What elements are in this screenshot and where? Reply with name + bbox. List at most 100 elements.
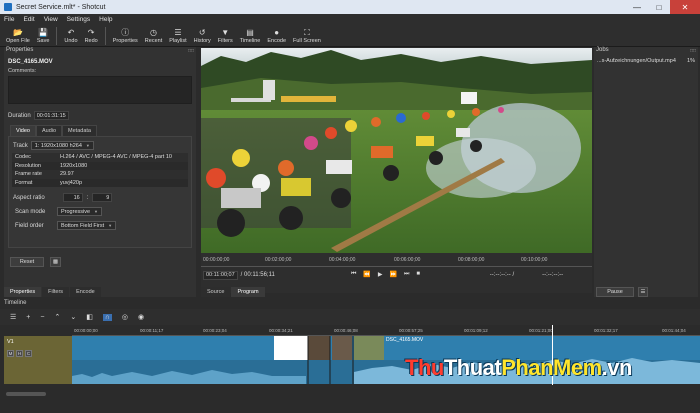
redo-button[interactable]: ↷ Redo <box>85 25 98 47</box>
menu-icon[interactable]: ☰ <box>10 313 16 321</box>
track-label: Track <box>13 142 28 149</box>
dock-float-icon[interactable]: □□ <box>188 48 194 54</box>
tab-metadata[interactable]: Metadata <box>62 125 97 136</box>
properties-table: Codec H.264 / AVC / MPEG-4 AVC / MPEG-4 p… <box>12 153 188 187</box>
jobs-title: Jobs <box>596 47 609 53</box>
duration-field[interactable]: 00:01:31:15 <box>33 111 69 120</box>
aspect-height-field[interactable]: 9 <box>92 193 113 202</box>
track-header-v1[interactable]: V1 M H C <box>4 336 72 384</box>
lift-icon[interactable]: ⌃ <box>54 313 60 321</box>
toolbar-separator <box>56 27 58 45</box>
add-icon[interactable]: + <box>26 314 30 321</box>
menu-help[interactable]: Help <box>99 16 112 23</box>
reset-button[interactable]: Reset <box>10 257 44 267</box>
menu-bar: File Edit View Settings Help <box>0 14 700 25</box>
main-toolbar: 📂 Open File 💾 Save ↶ Undo ↷ Redo ⓘ Properties… <box>0 25 700 47</box>
maximize-button[interactable]: □ <box>648 0 670 14</box>
history-icon: ↺ <box>198 27 206 37</box>
chevron-down-icon: ▼ <box>85 143 90 148</box>
filters-button[interactable]: ▼ Filters <box>218 25 233 47</box>
transport-bar: ⏮ ⏪ ▶ ⏩ ⏭ ■ <box>351 271 420 278</box>
aspect-width-field[interactable]: 16 <box>62 193 83 202</box>
field-order-select[interactable]: Bottom Field First ▼ <box>57 221 117 230</box>
playlist-button[interactable]: ☰ Playlist <box>169 25 186 47</box>
undo-button[interactable]: ↶ Undo <box>64 25 77 47</box>
split-icon[interactable]: ◧ <box>86 313 93 321</box>
aspect-separator: : <box>86 194 89 201</box>
current-timecode-field[interactable]: 00:11:00;07 <box>203 270 238 280</box>
skip-previous-icon[interactable]: ⏮ <box>351 271 356 278</box>
track-select[interactable]: 1: 1920x1080 h264 ▼ <box>30 141 94 150</box>
player-tabs: Source Program <box>201 287 265 297</box>
video-preview[interactable] <box>201 48 592 253</box>
window-title: Secret Service.mlt* - Shotcut <box>16 3 106 11</box>
recent-button[interactable]: ◷ Recent <box>145 25 162 47</box>
play-icon[interactable]: ▶ <box>378 271 383 278</box>
list-item[interactable]: ...s-Aufzeichnungen/Output.mp4 1% <box>594 55 698 64</box>
menu-file[interactable]: File <box>4 16 14 23</box>
title-bar: Secret Service.mlt* - Shotcut — □ ✕ <box>0 0 700 14</box>
skip-next-icon[interactable]: ⏭ <box>404 271 409 278</box>
dock-float-icon[interactable]: □□ <box>690 48 696 54</box>
menu-settings[interactable]: Settings <box>67 16 91 23</box>
tab-program[interactable]: Program <box>231 287 265 297</box>
tab-video[interactable]: Video <box>10 125 36 136</box>
scan-mode-select[interactable]: Progressive ▼ <box>57 207 103 216</box>
composite-button[interactable]: C <box>25 350 32 357</box>
playlist-icon: ☰ <box>174 27 182 37</box>
video-frame-image <box>201 48 592 253</box>
chevron-down-icon: ▼ <box>94 209 99 214</box>
comments-label: Comments: <box>8 68 37 74</box>
timeline-toolbar: ☰ + − ⌃ ⌄ ◧ ∩ ◎ ◉ <box>0 309 700 325</box>
clip-label: DSC_4165.MOV <box>386 337 424 343</box>
table-row: Resolution 1920x1080 <box>12 161 188 170</box>
properties-icon: ⓘ <box>121 27 130 37</box>
remove-icon[interactable]: − <box>40 314 44 321</box>
history-button[interactable]: ↺ History <box>194 25 211 47</box>
hide-button[interactable]: H <box>16 350 23 357</box>
fast-forward-icon[interactable]: ⏩ <box>390 271 397 278</box>
properties-panel: Properties □□ DSC_4165.MOV Comments: Dur… <box>4 47 196 297</box>
delete-button[interactable]: ▩ <box>50 257 61 267</box>
open-file-button[interactable]: 📂 Open File <box>6 25 30 47</box>
stop-icon[interactable]: ■ <box>416 271 420 278</box>
tab-filters[interactable]: Filters <box>42 287 70 297</box>
jobs-panel: Jobs □□ ...s-Aufzeichnungen/Output.mp4 1… <box>594 47 698 297</box>
comments-field[interactable] <box>8 76 192 104</box>
scrub-icon[interactable]: ◎ <box>122 313 128 321</box>
ripple-icon[interactable]: ◉ <box>138 313 144 321</box>
properties-button[interactable]: ⓘ Properties <box>113 25 138 47</box>
pause-button[interactable]: Pause <box>596 287 634 297</box>
close-button[interactable]: ✕ <box>670 0 700 14</box>
menu-view[interactable]: View <box>44 16 58 23</box>
timeline-scrollbar[interactable] <box>4 391 696 397</box>
tab-properties[interactable]: Properties <box>4 287 42 297</box>
save-button[interactable]: 💾 Save <box>37 25 50 47</box>
recent-icon: ◷ <box>150 27 157 37</box>
encode-button[interactable]: ● Encode <box>267 25 286 47</box>
mute-button[interactable]: M <box>7 350 14 357</box>
snap-icon[interactable]: ∩ <box>102 313 112 321</box>
total-duration: / 00:11:56;11 <box>240 272 275 278</box>
menu-edit[interactable]: Edit <box>23 16 34 23</box>
rewind-icon[interactable]: ⏪ <box>363 271 370 278</box>
tab-audio[interactable]: Audio <box>35 125 63 136</box>
left-dock-tabs: Properties Filters Encode <box>4 287 101 297</box>
tab-encode[interactable]: Encode <box>70 287 101 297</box>
field-order-label: Field order <box>15 222 44 229</box>
minimize-button[interactable]: — <box>626 0 648 14</box>
overwrite-icon[interactable]: ⌄ <box>70 313 76 321</box>
timeline-ruler[interactable]: 00:00:00;00 00:00:11;17 00:00:23;04 00:0… <box>72 327 700 336</box>
tab-source[interactable]: Source <box>201 287 231 297</box>
fullscreen-button[interactable]: ⛶ Full Screen <box>293 25 321 47</box>
clip-name: DSC_4165.MOV <box>8 59 53 65</box>
zoom-slider[interactable] <box>6 392 46 396</box>
app-icon <box>4 3 12 11</box>
panel-title: Properties <box>6 47 34 53</box>
toolbar-separator <box>104 27 106 45</box>
timeline-button[interactable]: ▤ Timeline <box>240 25 261 47</box>
trash-icon: ▩ <box>52 259 59 265</box>
player-ruler[interactable]: 00:00:00;00 00:02:00;00 00:04:00;00 00:0… <box>201 255 592 267</box>
menu-icon[interactable]: ☰ <box>638 287 648 297</box>
table-row: Codec H.264 / AVC / MPEG-4 AVC / MPEG-4 p… <box>12 153 188 162</box>
